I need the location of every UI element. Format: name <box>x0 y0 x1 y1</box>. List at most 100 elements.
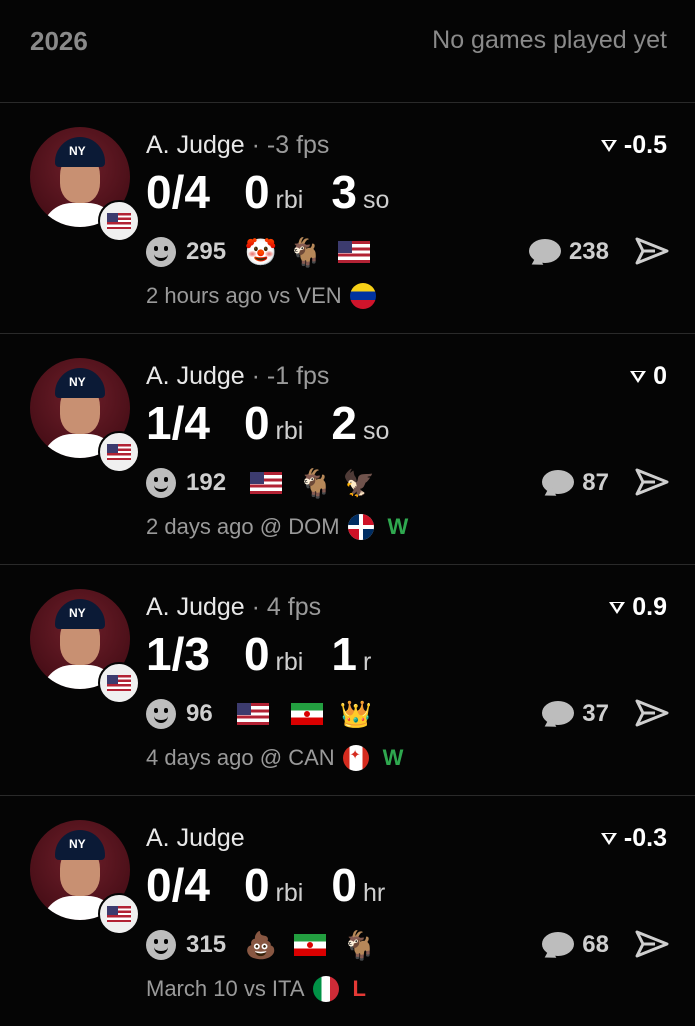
stat-value: 0 <box>243 397 270 449</box>
reaction-count: 315 <box>186 931 227 958</box>
game-result: W <box>382 745 404 770</box>
rating-value: 0 <box>653 362 667 390</box>
fps-value: · -3 fps <box>244 131 330 159</box>
us-flag-icon[interactable] <box>338 241 371 263</box>
us-flag-icon[interactable] <box>250 472 283 494</box>
game-time-opponent: 2 days ago @ DOM <box>146 514 340 539</box>
player-name: A. Judge <box>146 362 245 390</box>
smiley-icon[interactable] <box>146 468 176 498</box>
stat-value: 3 <box>331 166 357 218</box>
stat-value: 0 <box>331 859 357 911</box>
canada-flag-icon <box>342 745 369 771</box>
comment-count: 37 <box>582 700 609 727</box>
us-flag-icon[interactable] <box>236 703 269 725</box>
game-meta: 2 days ago @ DOM W <box>146 514 408 540</box>
game-card[interactable]: A. Judge · -1 fps 0 1/4 0rbi 2so 192 🐐 🦅… <box>0 334 695 565</box>
comment-icon <box>528 239 561 265</box>
smiley-icon[interactable] <box>146 930 176 960</box>
rating-icon <box>629 369 647 385</box>
stat-line: 0/4 0 rbi 0 hr <box>146 858 413 912</box>
stat-label: hr <box>362 879 386 907</box>
stat-label: rbi <box>275 417 304 445</box>
comments[interactable]: 238 <box>528 235 609 269</box>
clown-emoji-icon[interactable]: 🤡 <box>244 237 278 267</box>
player-name-line: A. Judge <box>146 824 245 853</box>
game-card[interactable]: A. Judge · 4 fps 0.9 1/3 0rbi 1r 96 👑 37… <box>0 565 695 796</box>
share-icon[interactable] <box>635 929 669 959</box>
iran-flag-icon[interactable] <box>290 703 323 725</box>
venezuela-flag-icon <box>349 283 376 309</box>
share-icon[interactable] <box>635 467 669 497</box>
player-name-line: A. Judge · -1 fps <box>146 362 329 391</box>
comment-icon <box>542 932 575 958</box>
us-flag-badge-icon <box>98 200 140 242</box>
game-meta: March 10 vs ITA L <box>146 976 366 1002</box>
hits-at-bats: 1/3 <box>146 628 210 680</box>
fps-value: · -1 fps <box>244 362 330 390</box>
game-time-opponent: March 10 vs ITA <box>146 976 305 1001</box>
season-header: 2026 No games played yet <box>0 0 695 103</box>
stat-value: 0 <box>243 628 270 680</box>
game-card[interactable]: A. Judge -0.3 0/4 0rbi 0hr 315 💩 🐐 68 Ma… <box>0 796 695 1026</box>
stat-label: rbi <box>275 186 304 214</box>
player-name-line: A. Judge · 4 fps <box>146 593 321 622</box>
player-name: A. Judge <box>146 824 245 852</box>
reaction-row: 192 🐐 🦅 <box>146 466 376 500</box>
rating-icon <box>600 138 618 154</box>
reaction-count: 96 <box>186 700 213 727</box>
rating-value: -0.5 <box>623 131 667 159</box>
crown-emoji-icon[interactable]: 👑 <box>339 699 373 729</box>
rating-icon <box>608 600 626 616</box>
rating[interactable]: -0.5 <box>600 131 667 160</box>
comments[interactable]: 87 <box>542 466 609 500</box>
us-flag-badge-icon <box>98 662 140 704</box>
stat-label: so <box>362 186 390 214</box>
eagle-emoji-icon[interactable]: 🦅 <box>342 468 376 498</box>
game-card[interactable]: A. Judge · -3 fps -0.5 0/4 0rbi 3so 295 … <box>0 103 695 334</box>
reaction-row: 96 👑 <box>146 697 373 731</box>
comment-count: 87 <box>582 469 609 496</box>
comment-count: 238 <box>568 238 609 265</box>
smiley-icon[interactable] <box>146 699 176 729</box>
comments[interactable]: 68 <box>542 928 609 962</box>
stat-value: 0 <box>243 859 270 911</box>
season-status: No games played yet <box>432 26 667 54</box>
stat-label: so <box>362 417 390 445</box>
smiley-icon[interactable] <box>146 237 176 267</box>
stat-line: 0/4 0 rbi 3 so <box>146 165 417 219</box>
reaction-row: 315 💩 🐐 <box>146 928 377 962</box>
rating[interactable]: -0.3 <box>600 824 667 853</box>
comment-icon <box>542 701 575 727</box>
game-time-opponent: 4 days ago @ CAN <box>146 745 335 770</box>
italy-flag-icon <box>312 976 339 1002</box>
stat-line: 1/3 0 rbi 1r <box>146 627 399 681</box>
comments[interactable]: 37 <box>542 697 609 731</box>
stat-label: rbi <box>275 879 304 907</box>
iran-flag-icon[interactable] <box>294 934 327 956</box>
reaction-count: 192 <box>186 469 227 496</box>
game-meta: 2 hours ago vs VEN <box>146 283 376 309</box>
share-icon[interactable] <box>635 236 669 266</box>
dominican-republic-flag-icon <box>347 514 374 540</box>
hits-at-bats: 1/4 <box>146 397 210 449</box>
player-name: A. Judge <box>146 593 245 621</box>
reaction-count: 295 <box>186 238 227 265</box>
goat-emoji-icon[interactable]: 🐐 <box>298 467 333 500</box>
goat-emoji-icon[interactable]: 🐐 <box>288 236 323 269</box>
game-result: W <box>387 514 409 539</box>
goat-emoji-icon[interactable]: 🐐 <box>342 929 377 962</box>
player-name: A. Judge <box>146 131 245 159</box>
fps-value: · 4 fps <box>244 593 322 621</box>
stat-line: 1/4 0 rbi 2 so <box>146 396 417 450</box>
rating-icon <box>600 831 618 847</box>
share-icon[interactable] <box>635 698 669 728</box>
stat-value: 0 <box>243 166 270 218</box>
game-result: L <box>352 976 366 1001</box>
poop-emoji-icon[interactable]: 💩 <box>244 930 278 960</box>
hits-at-bats: 0/4 <box>146 166 210 218</box>
rating[interactable]: 0 <box>629 362 667 391</box>
rating-value: -0.3 <box>623 824 667 852</box>
rating[interactable]: 0.9 <box>608 593 667 622</box>
us-flag-badge-icon <box>98 431 140 473</box>
stat-label: r <box>362 648 372 676</box>
